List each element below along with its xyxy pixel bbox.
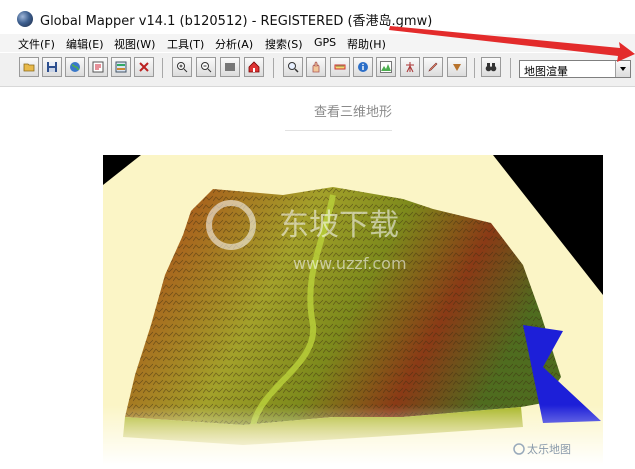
- digitizer-button[interactable]: [423, 57, 443, 77]
- path-profile-button[interactable]: [376, 57, 396, 77]
- save-icon: [47, 62, 57, 72]
- menu-gps[interactable]: GPS: [314, 36, 336, 49]
- layers-icon: [92, 61, 104, 73]
- pan-hand-icon: [312, 61, 320, 73]
- globe-icon: [17, 11, 33, 27]
- measure-button[interactable]: [330, 57, 350, 77]
- terrain-3d-view: 东坡下载 www.uzzf.com 太乐地图: [103, 155, 603, 465]
- zoom-out-button[interactable]: [196, 57, 216, 77]
- home-button[interactable]: [244, 57, 264, 77]
- render-mode-dropdown[interactable]: 地图渲暈: [519, 60, 631, 78]
- measure-icon: [334, 64, 346, 70]
- toolbar-separator: [474, 58, 475, 78]
- toolbar-separator: [273, 58, 274, 78]
- menu-tools[interactable]: 工具(T): [167, 36, 204, 52]
- caption-divider: [285, 130, 392, 131]
- zoom-tool-button[interactable]: [283, 57, 303, 77]
- digitizer-icon: [428, 62, 438, 72]
- full-view-icon: [225, 63, 235, 71]
- menu-analysis[interactable]: 分析(A): [215, 36, 253, 52]
- toolbar-separator: [162, 58, 163, 78]
- zoom-in-button[interactable]: [172, 57, 192, 77]
- save-button[interactable]: [42, 57, 62, 77]
- article-caption: 查看三维地形: [313, 105, 392, 120]
- menu-file[interactable]: 文件(F): [18, 36, 55, 52]
- info-icon: [358, 62, 368, 72]
- full-view-button[interactable]: [220, 57, 240, 77]
- binoculars-icon: [485, 63, 497, 72]
- menu-search[interactable]: 搜索(S): [265, 36, 303, 52]
- zoom-in-icon: [177, 62, 188, 73]
- toolbar-separator: [510, 58, 511, 78]
- path-profile-icon: [380, 61, 392, 73]
- zoom-out-icon: [201, 62, 212, 73]
- zoom-tool-icon: [288, 62, 299, 73]
- view-shed-icon: [406, 62, 414, 73]
- menu-edit[interactable]: 编辑(E): [66, 36, 104, 52]
- watermark-url: www.uzzf.com: [293, 254, 407, 273]
- home-icon: [248, 61, 260, 73]
- control-center-button[interactable]: [111, 57, 131, 77]
- info-button[interactable]: [353, 57, 373, 77]
- watermark-text: 东坡下载: [279, 208, 399, 243]
- title-bar: Global Mapper v14.1 (b120512) - REGISTER…: [0, 0, 635, 34]
- corner-logo-text: 太乐地图: [527, 443, 571, 456]
- down-arrow-button[interactable]: [447, 57, 467, 77]
- menu-bar: 文件(F) 编辑(E) 视图(W) 工具(T) 分析(A) 搜索(S) GPS …: [0, 34, 635, 52]
- control-center-icon: [115, 61, 127, 73]
- open-button[interactable]: [19, 57, 39, 77]
- find-button[interactable]: [481, 57, 501, 77]
- view-shed-button[interactable]: [400, 57, 420, 77]
- chevron-down-icon[interactable]: [615, 61, 630, 77]
- globe-button[interactable]: [65, 57, 85, 77]
- open-folder-icon: [23, 63, 35, 72]
- globe-icon: [70, 62, 80, 72]
- config-icon: [139, 62, 149, 72]
- render-mode-value: 地图渲暈: [524, 65, 568, 78]
- menu-view[interactable]: 视图(W): [114, 36, 155, 52]
- menu-help[interactable]: 帮助(H): [347, 36, 386, 52]
- layers-button[interactable]: [88, 57, 108, 77]
- pan-button[interactable]: [306, 57, 326, 77]
- config-button[interactable]: [134, 57, 154, 77]
- down-arrow-icon: [453, 64, 461, 71]
- window-title: Global Mapper v14.1 (b120512) - REGISTER…: [40, 14, 433, 29]
